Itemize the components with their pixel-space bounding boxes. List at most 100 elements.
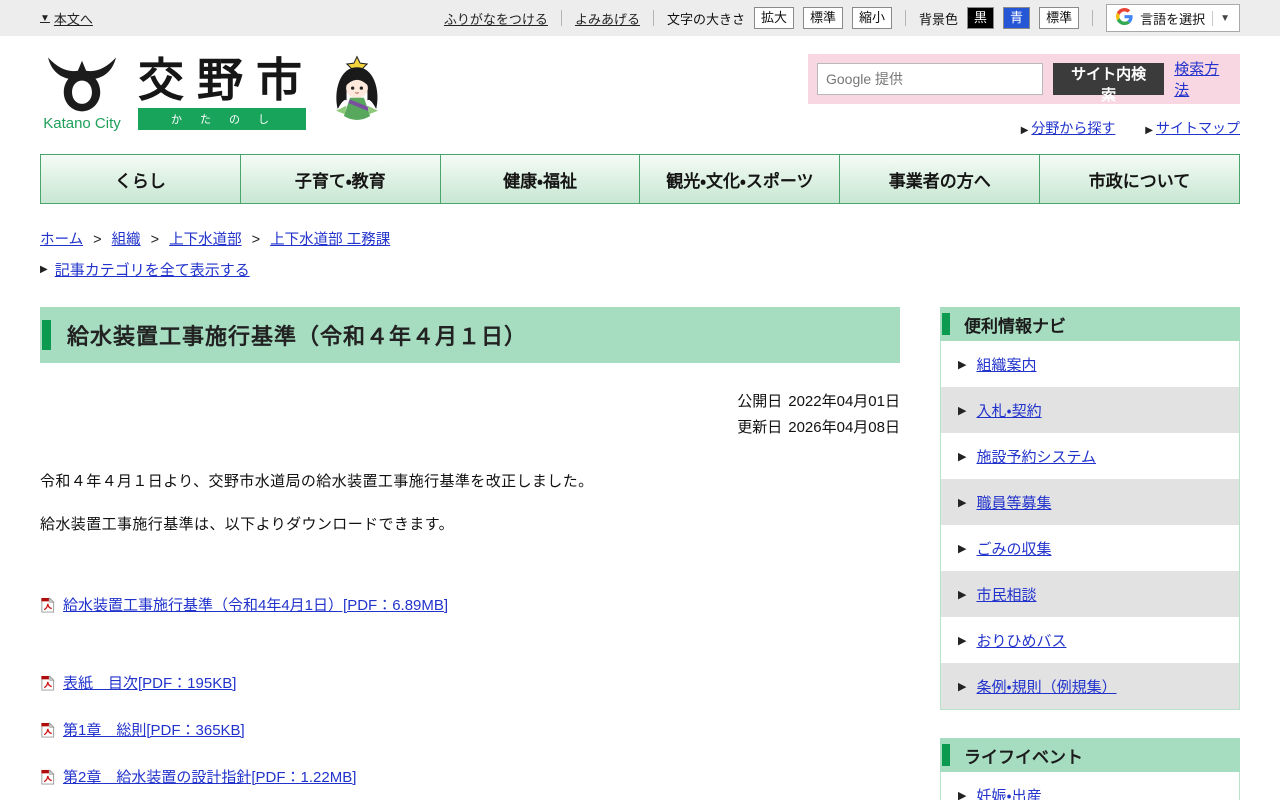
breadcrumb-soshiki-link[interactable]: 組織: [112, 232, 141, 248]
utility-controls: ふりがなをつける よみあげる 文字の大きさ 拡大 標準 縮小 背景色 黒 青 標…: [444, 4, 1240, 32]
pdf-file-icon: [40, 768, 55, 785]
sidebar-item-label: 組織案内: [976, 356, 1037, 374]
main-layout: 給水装置工事施行基準（令和４年４月１日） 公開日 2022年04月01日 更新日 2…: [40, 307, 1240, 800]
browse-by-field-link[interactable]: 分野から探す: [1031, 120, 1115, 136]
triangle-right-icon: ▶: [958, 404, 967, 417]
triangle-right-icon: ▶: [958, 358, 967, 371]
breadcrumb-home-link[interactable]: ホーム: [40, 232, 83, 248]
breadcrumb-separator: >: [251, 232, 261, 248]
nav-item-kosodate-kyoiku[interactable]: 子育て・教育: [239, 155, 440, 203]
breadcrumb: ホーム > 組織 > 上下水道部 > 上下水道部 工務課: [40, 228, 1240, 249]
updated-label: 更新日: [737, 418, 783, 436]
article-paragraph: 令和４年４月１日より、交野市水道局の給水装置工事施行基準を改正しました。: [40, 473, 594, 490]
triangle-right-icon: ▶: [1145, 125, 1153, 136]
divider: [560, 10, 562, 26]
sidebar-item-gomi-shushu[interactable]: ▶ ごみの収集: [941, 525, 1239, 571]
show-all-categories-link[interactable]: 記事カテゴリを全て表示する: [55, 259, 250, 280]
skip-to-content-label: 本文へ: [53, 11, 93, 27]
site-search-button[interactable]: サイト内検索: [1053, 63, 1165, 104]
city-name-block: 交野市 かたのし: [138, 55, 315, 130]
title-accent-bar: [942, 744, 950, 766]
language-select[interactable]: 言語を選択 ▼: [1106, 4, 1240, 32]
article-paragraph: 給水装置工事施行基準は、以下よりダウンロードできます。: [40, 516, 455, 533]
sidebar-item-nyusatsu-keiyaku[interactable]: ▶ 入札・契約: [941, 387, 1239, 433]
city-name-english: Katano City: [43, 115, 121, 132]
bg-color-label: 背景色: [919, 11, 959, 27]
sidebar-life-event-box: ライフイベント ▶ 妊娠・出産: [940, 738, 1240, 800]
divider: [1212, 10, 1214, 26]
sidebar-item-soshiki-annai[interactable]: ▶ 組織案内: [941, 341, 1239, 387]
divider: [905, 10, 907, 26]
nav-item-shisei[interactable]: 市政について: [1039, 155, 1239, 203]
title-accent-bar: [942, 313, 950, 335]
article-title-bar: 給水装置工事施行基準（令和４年４月１日）: [40, 307, 900, 363]
site-search-box: サイト内検索 検索方法: [808, 54, 1240, 104]
nav-item-kanko-bunka-sports[interactable]: 観光・文化・スポーツ: [639, 155, 839, 203]
language-select-label: 言語を選択: [1140, 11, 1206, 27]
nav-item-kurashi[interactable]: くらし: [41, 155, 240, 203]
sidebar-box-title: ライフイベント: [964, 747, 1083, 767]
sidebar-item-label: 妊娠・出産: [976, 787, 1042, 800]
page-title: 給水装置工事施行基準（令和４年４月１日）: [67, 324, 528, 349]
city-emblem-icon: [48, 57, 116, 112]
sidebar-item-shisetsu-yoyaku[interactable]: ▶ 施設予約システム: [941, 433, 1239, 479]
triangle-right-icon: ▶: [958, 542, 967, 555]
pdf-list-link[interactable]: 表紙 目次[PDF：195KB]: [63, 672, 236, 693]
pdf-link-row: 第2章 給水装置の設計指針[PDF：1.22MB]: [40, 766, 900, 787]
pdf-link-row: 給水装置工事施行基準（令和4年4月1日）[PDF：6.89MB]: [40, 594, 900, 615]
sidebar-link-list: ▶ 組織案内 ▶ 入札・契約 ▶ 施設予約システム ▶ 職員等募集 ▶ ごみの収…: [940, 341, 1240, 710]
triangle-down-icon: ▼: [40, 12, 50, 24]
sidebar-item-label: おりひめバス: [976, 632, 1067, 650]
breadcrumb-separator: >: [150, 232, 160, 248]
read-aloud-link[interactable]: よみあげる: [575, 9, 640, 28]
font-size-larger-button[interactable]: 拡大: [753, 6, 794, 30]
pdf-link-row: 第1章 総則[PDF：365KB]: [40, 719, 900, 740]
sidebar-box-header: 便利情報ナビ: [940, 307, 1240, 341]
pdf-file-icon: [40, 674, 55, 691]
article-dates: 公開日 2022年04月01日 更新日 2026年04月08日: [40, 389, 900, 440]
pdf-list-link[interactable]: 第1章 総則[PDF：365KB]: [63, 719, 245, 740]
divider: [1092, 10, 1094, 26]
sidebar-item-ninshin-shussan[interactable]: ▶ 妊娠・出産: [941, 772, 1239, 800]
bg-normal-button[interactable]: 標準: [1039, 6, 1080, 30]
article: 給水装置工事施行基準（令和４年４月１日） 公開日 2022年04月01日 更新日 2…: [40, 307, 900, 800]
triangle-right-icon: ▶: [958, 680, 967, 693]
global-nav: くらし 子育て・教育 健康・福祉 観光・文化・スポーツ 事業者の方へ 市政につい…: [40, 154, 1240, 204]
breadcrumb-jogesuidobu-link[interactable]: 上下水道部: [169, 232, 242, 248]
header-quick-links: ▶ 分野から探す ▶ サイトマップ: [808, 118, 1240, 138]
updated-date-row: 更新日 2026年04月08日: [40, 415, 900, 441]
category-toggle: ▶ 記事カテゴリを全て表示する: [40, 259, 1240, 280]
sidebar-item-shimin-sodan[interactable]: ▶ 市民相談: [941, 571, 1239, 617]
divider: [652, 10, 654, 26]
skip-to-content-link[interactable]: ▼ 本文へ: [40, 9, 93, 28]
font-size-normal-button[interactable]: 標準: [802, 6, 843, 30]
site-search-area: サイト内検索 検索方法 ▶分野から探す ▶サイトマップ: [808, 54, 1240, 138]
sitemap-link[interactable]: サイトマップ: [1156, 120, 1240, 136]
sidebar-item-shokuin-boshu[interactable]: ▶ 職員等募集: [941, 479, 1239, 525]
site-header: Katano City 交野市 かたのし サイト内検索 検索方法 ▶分野から探: [0, 36, 1280, 148]
google-logo-icon: [1116, 8, 1133, 28]
triangle-right-icon: ▶: [958, 496, 967, 509]
sidebar-item-orihime-bus[interactable]: ▶ おりひめバス: [941, 617, 1239, 663]
utility-bar: ▼ 本文へ ふりがなをつける よみあげる 文字の大きさ 拡大 標準 縮小 背景色 …: [0, 0, 1280, 36]
sidebar-item-jorei-kisoku[interactable]: ▶ 条例・規則（例規集）: [941, 663, 1239, 709]
pdf-list-link[interactable]: 第2章 給水装置の設計指針[PDF：1.22MB]: [63, 766, 356, 787]
city-emblem: Katano City: [40, 55, 124, 132]
pdf-file-icon: [40, 721, 55, 738]
sidebar-box-title: 便利情報ナビ: [964, 316, 1066, 336]
pdf-link-list: 表紙 目次[PDF：195KB] 第1章 総則[PDF：365KB] 第2章 給…: [40, 672, 900, 800]
sidebar-box-header: ライフイベント: [940, 738, 1240, 772]
font-size-smaller-button[interactable]: 縮小: [852, 6, 893, 30]
nav-item-jigyosha[interactable]: 事業者の方へ: [839, 155, 1039, 203]
pdf-link-row: 表紙 目次[PDF：195KB]: [40, 672, 900, 693]
pdf-main-link[interactable]: 給水装置工事施行基準（令和4年4月1日）[PDF：6.89MB]: [63, 594, 448, 615]
search-help-link[interactable]: 検索方法: [1174, 58, 1231, 100]
search-input[interactable]: [817, 63, 1044, 95]
bg-black-button[interactable]: 黒: [967, 6, 995, 30]
bg-blue-button[interactable]: 青: [1003, 6, 1031, 30]
nav-item-kenko-fukushi[interactable]: 健康・福祉: [439, 155, 640, 203]
furigana-link[interactable]: ふりがなをつける: [444, 9, 548, 28]
sidebar-link-list: ▶ 妊娠・出産: [940, 772, 1240, 800]
sidebar-item-label: ごみの収集: [976, 540, 1052, 558]
breadcrumb-komuka-link[interactable]: 上下水道部 工務課: [270, 232, 390, 248]
